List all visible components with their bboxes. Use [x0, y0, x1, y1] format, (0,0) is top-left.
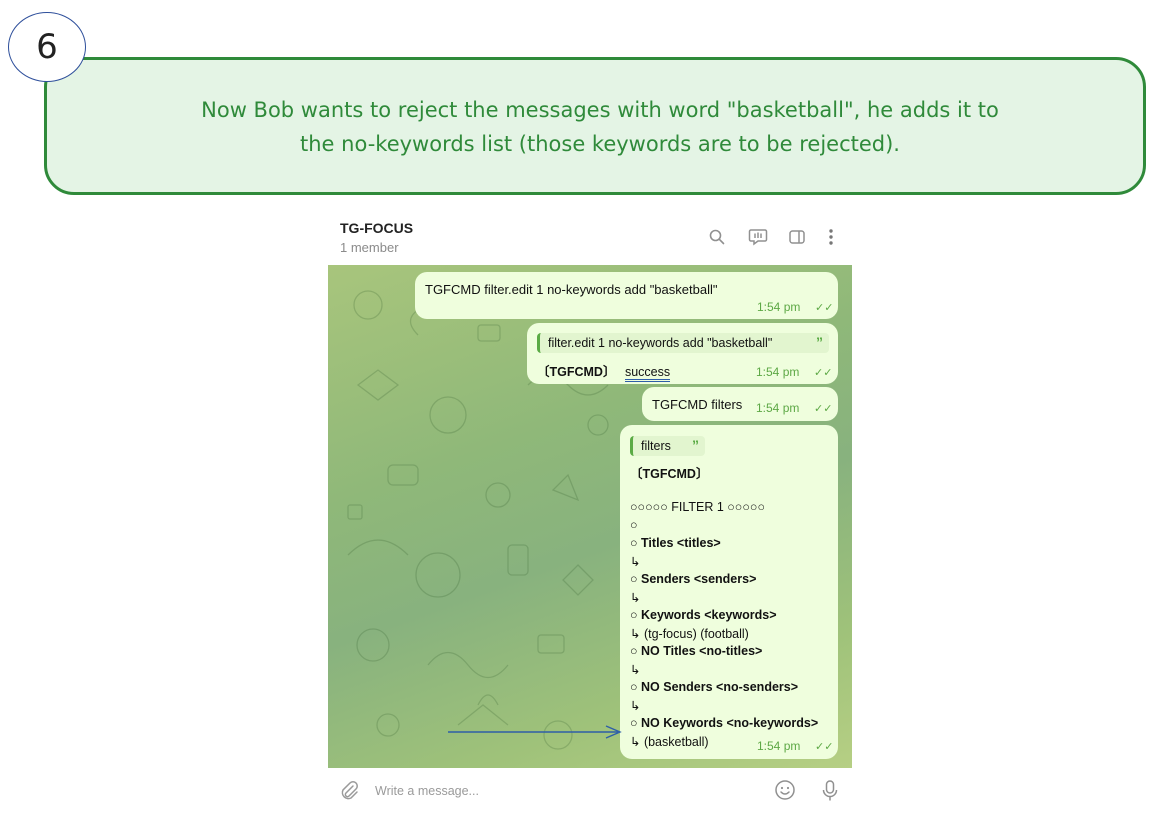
message-bubble-2[interactable]: filter.edit 1 no-keywords add "basketbal…	[527, 323, 838, 384]
message-time: 1:54 pm	[756, 401, 800, 415]
message-input[interactable]: Write a message...	[375, 784, 479, 798]
filter-senders-label: ○ Senders <senders>	[630, 572, 757, 586]
emoji-icon[interactable]	[774, 779, 796, 806]
annotation-text: Now Bob wants to reject the messages wit…	[77, 93, 1123, 161]
message-time: 1:54 pm	[757, 739, 801, 753]
filter-keywords-value: ↳ (tg-focus) (football)	[630, 627, 749, 641]
quote-mark-icon: ”	[692, 437, 699, 453]
reply-quote-text: filter.edit 1 no-keywords add "basketbal…	[548, 336, 773, 350]
more-vert-icon[interactable]	[820, 226, 842, 248]
chat-title[interactable]: TG-FOCUS	[340, 220, 413, 236]
bot-prefix: 〔TGFCMD〕	[537, 365, 616, 379]
success-status: success	[624, 366, 671, 382]
message-bubble-3[interactable]: TGFCMD filters 1:54 pm ✓✓	[642, 387, 838, 421]
filter-header: ○○○○○ FILTER 1 ○○○○○	[630, 500, 766, 514]
filter-no-senders-value: ↳	[630, 699, 641, 713]
chat-messages-area[interactable]: TGFCMD filter.edit 1 no-keywords add "ba…	[328, 265, 852, 768]
microphone-icon[interactable]	[820, 779, 840, 808]
read-checkmarks-icon: ✓✓	[815, 741, 834, 753]
search-icon[interactable]	[706, 226, 728, 248]
reply-quote[interactable]: filters ”	[630, 436, 705, 456]
step-badge: 6	[8, 12, 86, 82]
message-bubble-4[interactable]: filters ” 〔TGFCMD〕 ○○○○○ FILTER 1 ○○○○○ …	[620, 425, 838, 759]
filter-titles-label: ○ Titles <titles>	[630, 536, 721, 550]
reply-body: 〔TGFCMD〕 success	[537, 361, 671, 382]
bot-prefix: 〔TGFCMD〕	[630, 467, 709, 481]
video-chat-icon[interactable]	[747, 226, 769, 248]
annotation-arrow-icon	[448, 725, 622, 739]
read-checkmarks-icon: ✓✓	[814, 403, 833, 415]
annotation-line-2: the no-keywords list (those keywords are…	[300, 132, 900, 156]
message-time: 1:54 pm	[757, 300, 801, 314]
filter-titles-value: ↳	[630, 555, 641, 569]
read-checkmarks-icon: ✓✓	[814, 367, 833, 379]
read-checkmarks-icon: ✓✓	[815, 302, 834, 314]
filter-no-keywords-label: ○ NO Keywords <no-keywords>	[630, 716, 819, 730]
message-time: 1:54 pm	[756, 365, 800, 379]
filter-senders-value: ↳	[630, 591, 641, 605]
annotation-callout: Now Bob wants to reject the messages wit…	[44, 57, 1146, 195]
filter-keywords-label: ○ Keywords <keywords>	[630, 608, 777, 622]
filter-no-titles-label: ○ NO Titles <no-titles>	[630, 644, 763, 658]
reply-quote-text: filters	[641, 439, 671, 453]
quote-mark-icon: ”	[816, 334, 823, 350]
message-bubble-1[interactable]: TGFCMD filter.edit 1 no-keywords add "ba…	[415, 272, 838, 319]
chat-member-count: 1 member	[340, 240, 399, 255]
annotation-line-1: Now Bob wants to reject the messages wit…	[201, 98, 999, 122]
filter-no-keywords-value: ↳ (basketball)	[630, 735, 709, 749]
message-text: TGFCMD filters	[652, 397, 743, 412]
filter-no-senders-label: ○ NO Senders <no-senders>	[630, 680, 799, 694]
message-text: TGFCMD filter.edit 1 no-keywords add "ba…	[425, 282, 718, 297]
attach-icon[interactable]	[338, 780, 360, 808]
filter-separator: ○	[630, 518, 638, 532]
sidebar-toggle-icon[interactable]	[786, 226, 808, 248]
filter-no-titles-value: ↳	[630, 663, 641, 677]
reply-quote[interactable]: filter.edit 1 no-keywords add "basketbal…	[537, 333, 829, 353]
step-number: 6	[36, 27, 58, 67]
message-composer: Write a message...	[328, 768, 852, 814]
